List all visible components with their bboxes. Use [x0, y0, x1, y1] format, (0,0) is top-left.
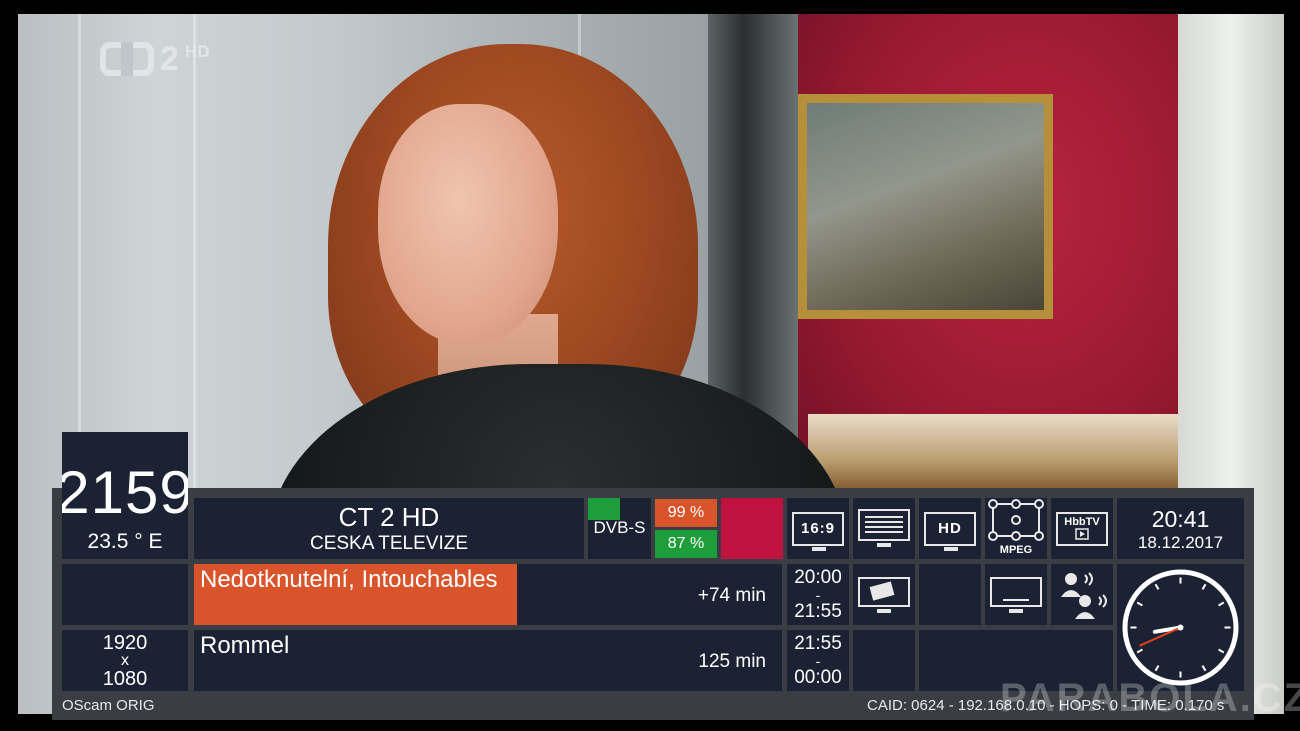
datetime: 20:41 18.12.2017 [1117, 498, 1244, 559]
smartcard-icon [858, 576, 910, 613]
time-separator: - [815, 652, 821, 669]
satellite-box: 2159 23.5 ° E [62, 432, 188, 559]
aspect-16-9-icon: 16:9 [792, 511, 844, 551]
mpeg-icon [988, 499, 1044, 541]
empty-slot [62, 564, 188, 625]
hbbtv-icon: HbbTV [1056, 511, 1108, 546]
next-program-start: 21:55 [794, 632, 842, 654]
presenter-face [378, 104, 558, 344]
next-program-time: 21:55 - 00:00 [787, 630, 849, 691]
aspect-ratio-flag: 16:9 [787, 498, 849, 559]
ct-logo-icon [100, 42, 154, 76]
channel-info: CT 2 HD CESKA TELEVIZE [194, 498, 584, 559]
hd-flag: HD [919, 498, 981, 559]
channel-logo-hd: HD [184, 42, 210, 61]
now-program: Nedotknutelní, Intouchables +74 min [194, 564, 782, 625]
channel-logo-number: 2 [160, 40, 179, 78]
tuner-system-label: DVB-S [593, 518, 646, 537]
channel-name: CT 2 HD [338, 501, 440, 532]
mpeg-label: MPEG [999, 544, 1033, 556]
side-table [808, 414, 1178, 494]
now-program-start: 20:00 [794, 566, 842, 588]
audio-description-flag [1051, 564, 1113, 625]
audio-description-icon [1061, 571, 1107, 619]
analog-clock [1117, 564, 1244, 691]
play-icon [1075, 527, 1089, 540]
current-time: 20:41 [1151, 505, 1210, 532]
teletext-flag [853, 498, 915, 559]
empty-slot [853, 630, 915, 691]
time-separator: - [815, 586, 821, 603]
hd-label: HD [938, 520, 962, 537]
screen-icon [990, 576, 1042, 613]
orbital-position: 23.5 ° E [87, 530, 163, 553]
teletext-icon [858, 508, 910, 547]
tuner-lock-indicator [588, 498, 620, 520]
next-program-title: Rommel [200, 632, 290, 659]
next-program-end: 00:00 [794, 666, 842, 688]
alert-indicator [721, 498, 783, 559]
watermark: PARABOLA.CZ [1000, 676, 1300, 720]
painting [798, 94, 1053, 319]
hbbtv-label: HbbTV [1064, 515, 1100, 528]
signal-strength: 87 % [655, 530, 717, 558]
mpeg-flag: MPEG [985, 498, 1047, 559]
transponder-number: 2159 [62, 459, 188, 526]
hd-icon: HD [924, 511, 976, 551]
resolution-height: 1080 [102, 667, 148, 690]
signal-quality: 99 % [655, 499, 717, 527]
hbbtv-flag: HbbTV [1051, 498, 1113, 559]
aspect-ratio-label: 16:9 [800, 520, 836, 537]
resolution-separator: x [121, 651, 129, 669]
smartcard-flag [853, 564, 915, 625]
subtitle-flag [985, 564, 1047, 625]
cam-name: OScam ORIG [62, 697, 155, 714]
clock-face-icon [1122, 569, 1239, 686]
now-program-end: 21:55 [794, 600, 842, 622]
video-resolution: 1920 x 1080 [62, 630, 188, 691]
channel-provider: CESKA TELEVIZE [309, 532, 469, 554]
now-program-remaining: +74 min [697, 585, 766, 606]
channel-logo: 2 HD [100, 42, 209, 76]
now-program-title: Nedotknutelní, Intouchables [200, 566, 498, 593]
now-program-time: 20:00 - 21:55 [787, 564, 849, 625]
next-program-duration: 125 min [698, 651, 766, 672]
tuner-system: DVB-S [588, 498, 651, 559]
current-date: 18.12.2017 [1137, 532, 1224, 552]
resolution-width: 1920 [102, 631, 148, 654]
next-program: Rommel 125 min [194, 630, 782, 691]
empty-slot [919, 564, 981, 625]
